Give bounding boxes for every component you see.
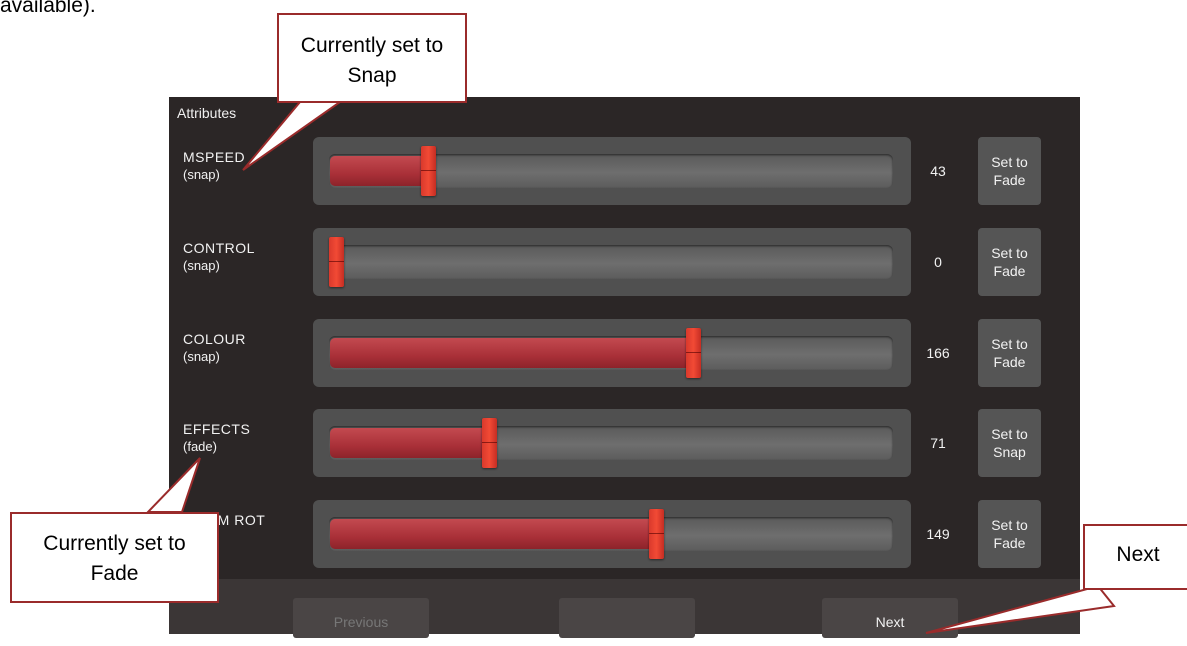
next-callout-pointer bbox=[925, 584, 1116, 634]
callout-next: Next bbox=[1083, 524, 1187, 590]
callout-fade: Currently set to Fade bbox=[10, 512, 219, 603]
snap-callout-pointer bbox=[242, 101, 344, 171]
fade-callout-pointer bbox=[145, 457, 201, 513]
callout-snap: Currently set to Snap bbox=[277, 13, 467, 103]
